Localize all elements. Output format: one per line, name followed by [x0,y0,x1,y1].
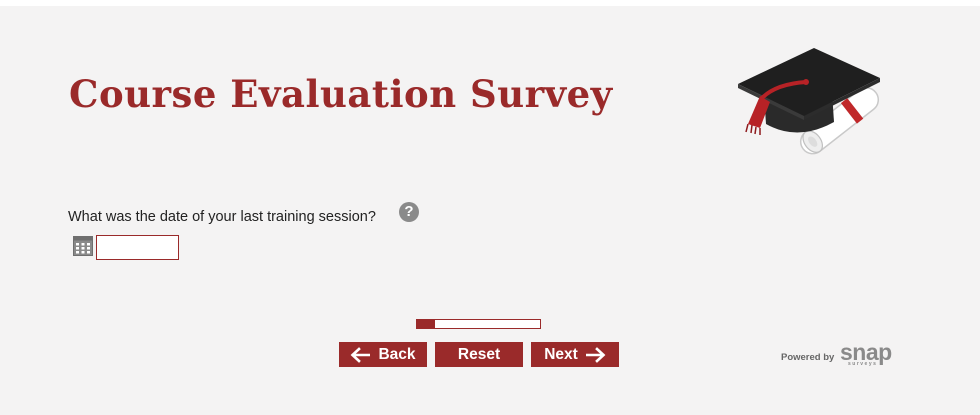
progress-fill [417,320,436,328]
snap-surveys-logo[interactable]: snap surveys [840,339,904,370]
reset-button[interactable]: Reset [435,342,523,367]
powered-by-label: Powered by [781,352,835,363]
back-button[interactable]: Back [339,342,427,367]
question-mark-icon[interactable]: ? [399,202,419,222]
next-button[interactable]: Next [531,342,619,367]
reset-button-label: Reset [457,345,501,363]
question-label: What was the date of your last training … [68,209,376,225]
progress-bar [416,319,541,329]
survey-page: Course Evaluation Survey What was the da… [0,6,980,415]
calendar-icon[interactable] [73,236,93,256]
graduation-cap-diploma-icon [738,48,880,155]
snap-logo-subtext: surveys [848,361,878,367]
next-button-label: Next [544,345,578,363]
arrow-left-icon [351,346,371,363]
date-input[interactable] [96,235,179,260]
back-button-label: Back [378,345,416,363]
page-title: Course Evaluation Survey [69,72,613,116]
arrow-right-icon [585,346,606,363]
